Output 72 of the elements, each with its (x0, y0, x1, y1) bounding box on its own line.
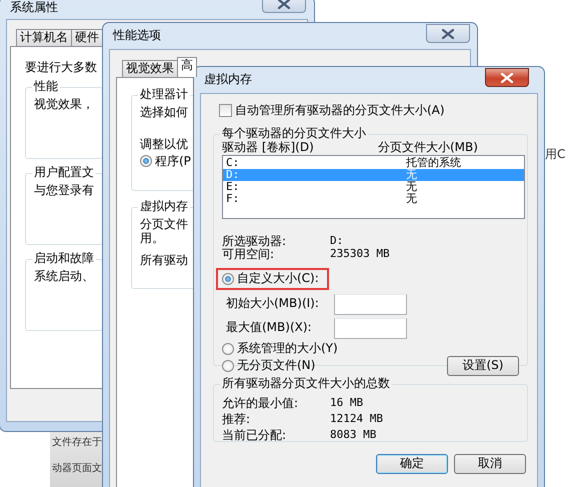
tab[interactable]: 计算机名 (16, 29, 72, 46)
radio-button[interactable] (222, 360, 234, 372)
tab[interactable]: 硬件 (71, 29, 103, 46)
group-text: 分页文件 (140, 218, 188, 232)
drive-size: 托管的系统 (406, 156, 461, 169)
total-value: 16 MB (330, 396, 364, 411)
close-icon (278, 0, 290, 8)
window-title: 系统属性 (9, 0, 58, 16)
total-value: 12124 MB (330, 412, 383, 427)
radio-label: 系统管理的大小(Y) (237, 342, 338, 356)
close-button[interactable] (485, 68, 529, 87)
group-title: 启动和故障 (32, 252, 96, 266)
fragment-text: 动器页面文 (52, 462, 103, 474)
checkbox-label: 自动管理所有驱动器的分页文件大小(A) (235, 104, 445, 118)
input-field[interactable] (334, 318, 407, 339)
drive-letter: D: (225, 168, 240, 181)
group-text: 选择如何 (140, 106, 188, 120)
close-icon (501, 72, 513, 82)
group-title: 每个驱动器的分页文件大小 (220, 126, 368, 141)
cancel-button[interactable]: 取消 (454, 454, 526, 474)
group-title: 所有驱动器分页文件大小的总数 (220, 376, 392, 391)
group-title: 虚拟内存 (138, 200, 190, 214)
intro-text: 要进行大多数 (25, 61, 97, 75)
tab[interactable]: 视觉效果 (122, 60, 178, 77)
ok-button[interactable]: 确定 (376, 454, 448, 474)
column-header: 驱动器 [卷标](D) (222, 140, 315, 155)
group-text: 视觉效果， (34, 98, 94, 112)
group-title: 处理器计 (138, 88, 190, 102)
group-text: 所有驱动 (140, 254, 188, 268)
drive-size: 无 (406, 168, 417, 181)
total-label: 允许的最小值: (222, 396, 300, 412)
group-text: 系统启动、 (34, 270, 94, 284)
total-label: 推荐: (222, 412, 252, 428)
settings-button[interactable]: 设置(S) (447, 356, 519, 376)
drive-letter: E: (225, 180, 240, 193)
list-row[interactable]: E: 无 (223, 180, 524, 193)
fragment-text: 文件存在于 (52, 437, 103, 448)
group-text: 与您登录有 (34, 184, 94, 198)
tab[interactable]: 高 (177, 57, 197, 77)
input-field[interactable] (334, 294, 407, 315)
radio-label: 自定义大小(C): (237, 272, 319, 286)
list-row[interactable]: F: 无 (223, 192, 524, 205)
field-label: 初始大小(MB)(I): (226, 297, 320, 312)
group-text: 用。 (140, 232, 164, 246)
radio-button[interactable] (222, 273, 234, 286)
drive-list[interactable]: C: 托管的系统 D: 无 E: 无 F: 无 (222, 154, 525, 219)
drive-size: 无 (406, 180, 417, 193)
group-title: 用户配置文 (32, 166, 96, 180)
checkbox[interactable] (219, 104, 232, 118)
group-text: 调整以优 (140, 138, 188, 152)
column-header: 分页文件大小(MB) (378, 140, 478, 155)
total-value: 8083 MB (330, 428, 376, 443)
info-label: 可用空间: (222, 248, 276, 262)
drive-letter: F: (225, 192, 240, 205)
radio-label: 无分页文件(N) (237, 358, 316, 373)
window-title: 虚拟内存 (203, 71, 252, 88)
radio-label: 程序(P (155, 154, 191, 168)
info-value: D: (330, 234, 344, 248)
close-icon (442, 28, 454, 38)
radio-button[interactable] (222, 342, 234, 355)
info-value: 235303 MB (330, 248, 390, 262)
window-title: 性能选项 (112, 27, 161, 44)
radio-button[interactable] (140, 155, 152, 168)
list-row[interactable]: C: 托管的系统 (223, 156, 524, 169)
side-text: 用C (545, 148, 566, 162)
info-label: 所选驱动器: (222, 234, 288, 248)
close-button[interactable] (426, 24, 470, 43)
drive-size: 无 (406, 192, 417, 205)
field-label: 最大值(MB)(X): (226, 321, 313, 336)
total-label: 当前已分配: (222, 428, 288, 444)
drive-letter: C: (225, 156, 240, 169)
group-title: 性能 (32, 80, 60, 94)
